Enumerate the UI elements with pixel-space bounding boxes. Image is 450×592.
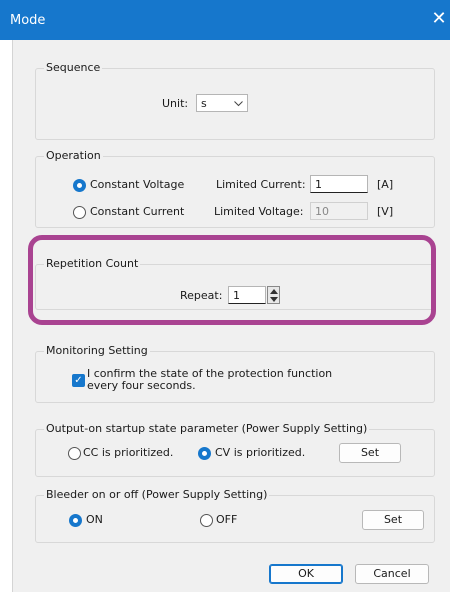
monitoring-checkbox[interactable]: ✓ xyxy=(72,374,85,387)
cc-prioritized-label: CC is prioritized. xyxy=(83,446,174,459)
constant-voltage-radio[interactable] xyxy=(73,179,86,192)
title-bar: Mode ✕ xyxy=(0,0,450,40)
unit-select-value: s xyxy=(201,97,207,110)
limited-current-label: Limited Current: xyxy=(216,178,306,191)
limited-current-input[interactable]: 1 xyxy=(310,175,368,193)
bleeder-on-radio[interactable] xyxy=(69,514,82,527)
sequence-group: Sequence Unit: s xyxy=(35,61,435,140)
cv-prioritized-label: CV is prioritized. xyxy=(215,446,306,459)
output-on-set-button[interactable]: Set xyxy=(339,443,401,463)
limited-voltage-unit: [V] xyxy=(377,205,394,218)
constant-voltage-label: Constant Voltage xyxy=(90,178,185,191)
bleeder-legend: Bleeder on or off (Power Supply Setting) xyxy=(44,488,270,501)
operation-group: Operation Constant Voltage Limited Curre… xyxy=(35,149,435,228)
dialog-body: Sequence Unit: s Operation Constant Volt… xyxy=(12,40,450,592)
constant-current-radio[interactable] xyxy=(73,206,86,219)
output-on-legend: Output-on startup state parameter (Power… xyxy=(44,422,370,435)
bleeder-set-button[interactable]: Set xyxy=(362,510,424,530)
bleeder-off-radio[interactable] xyxy=(200,514,213,527)
bleeder-on-label: ON xyxy=(86,513,103,526)
operation-legend: Operation xyxy=(44,149,103,162)
close-icon[interactable]: ✕ xyxy=(428,8,450,30)
monitoring-label: I confirm the state of the protection fu… xyxy=(87,368,332,392)
monitoring-label-line2: every four seconds. xyxy=(87,379,196,392)
cancel-button[interactable]: Cancel xyxy=(355,564,429,584)
sequence-legend: Sequence xyxy=(44,61,103,74)
unit-label: Unit: xyxy=(162,97,189,110)
bleeder-group: Bleeder on or off (Power Supply Setting)… xyxy=(35,488,435,543)
limited-current-unit: [A] xyxy=(377,178,394,191)
limited-voltage-input[interactable]: 10 xyxy=(310,202,368,220)
monitoring-legend: Monitoring Setting xyxy=(44,344,150,357)
chevron-down-icon xyxy=(234,101,243,107)
constant-current-label: Constant Current xyxy=(90,205,185,218)
highlight-frame xyxy=(28,235,436,325)
cv-prioritized-radio[interactable] xyxy=(198,447,211,460)
cc-prioritized-radio[interactable] xyxy=(68,447,81,460)
bleeder-off-label: OFF xyxy=(216,513,238,526)
window-title: Mode xyxy=(10,13,46,28)
output-on-group: Output-on startup state parameter (Power… xyxy=(35,422,435,477)
monitoring-group: Monitoring Setting ✓ I confirm the state… xyxy=(35,344,435,403)
ok-button[interactable]: OK xyxy=(269,564,343,584)
unit-select[interactable]: s xyxy=(196,94,248,112)
limited-voltage-label: Limited Voltage: xyxy=(214,205,304,218)
